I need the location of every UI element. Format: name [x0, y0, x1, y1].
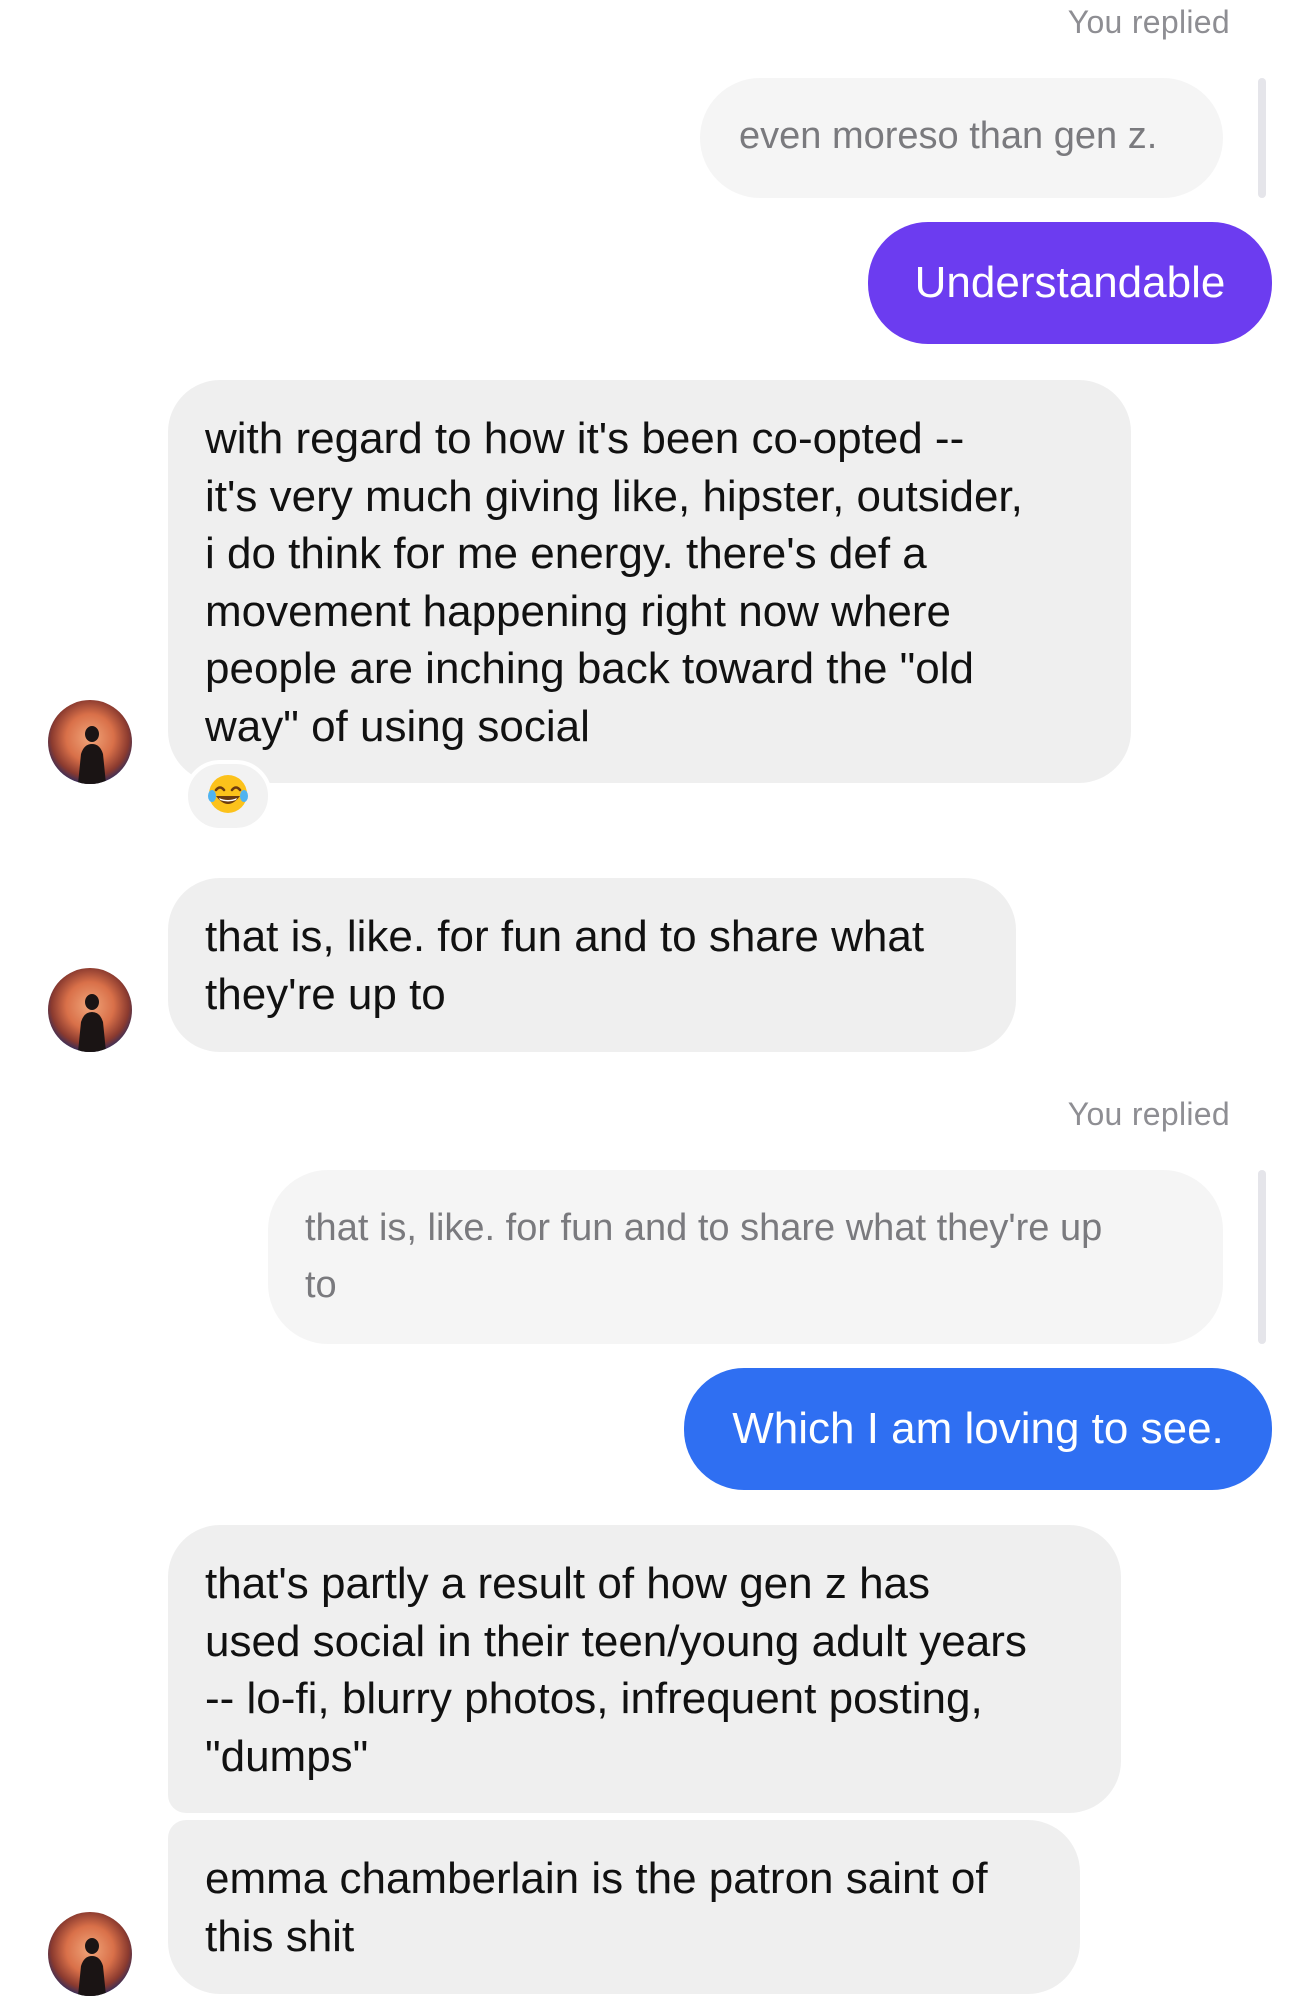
received-message-bubble[interactable]: that is, like. for fun and to share what…: [168, 878, 1016, 1052]
quoted-message[interactable]: that is, like. for fun and to share what…: [268, 1170, 1223, 1344]
received-message-bubble[interactable]: emma chamberlain is the patron saint of …: [168, 1820, 1080, 1994]
received-message-bubble[interactable]: that's partly a result of how gen z has …: [168, 1525, 1121, 1813]
sent-message-bubble[interactable]: Understandable: [868, 222, 1272, 344]
you-replied-label: You replied: [1067, 4, 1230, 40]
quoted-message[interactable]: even moreso than gen z.: [700, 78, 1223, 198]
quote-indicator-bar: [1258, 78, 1266, 198]
contact-avatar[interactable]: [48, 1912, 132, 1996]
received-message-bubble[interactable]: with regard to how it's been co-opted --…: [168, 380, 1131, 783]
quote-indicator-bar: [1258, 1170, 1266, 1344]
face-with-tears-of-joy-icon: [206, 772, 250, 821]
sent-message-bubble[interactable]: Which I am loving to see.: [684, 1368, 1272, 1490]
contact-avatar[interactable]: [48, 700, 132, 784]
you-replied-label: You replied: [1067, 1096, 1230, 1132]
contact-avatar[interactable]: [48, 968, 132, 1052]
reaction-badge[interactable]: [184, 760, 272, 832]
